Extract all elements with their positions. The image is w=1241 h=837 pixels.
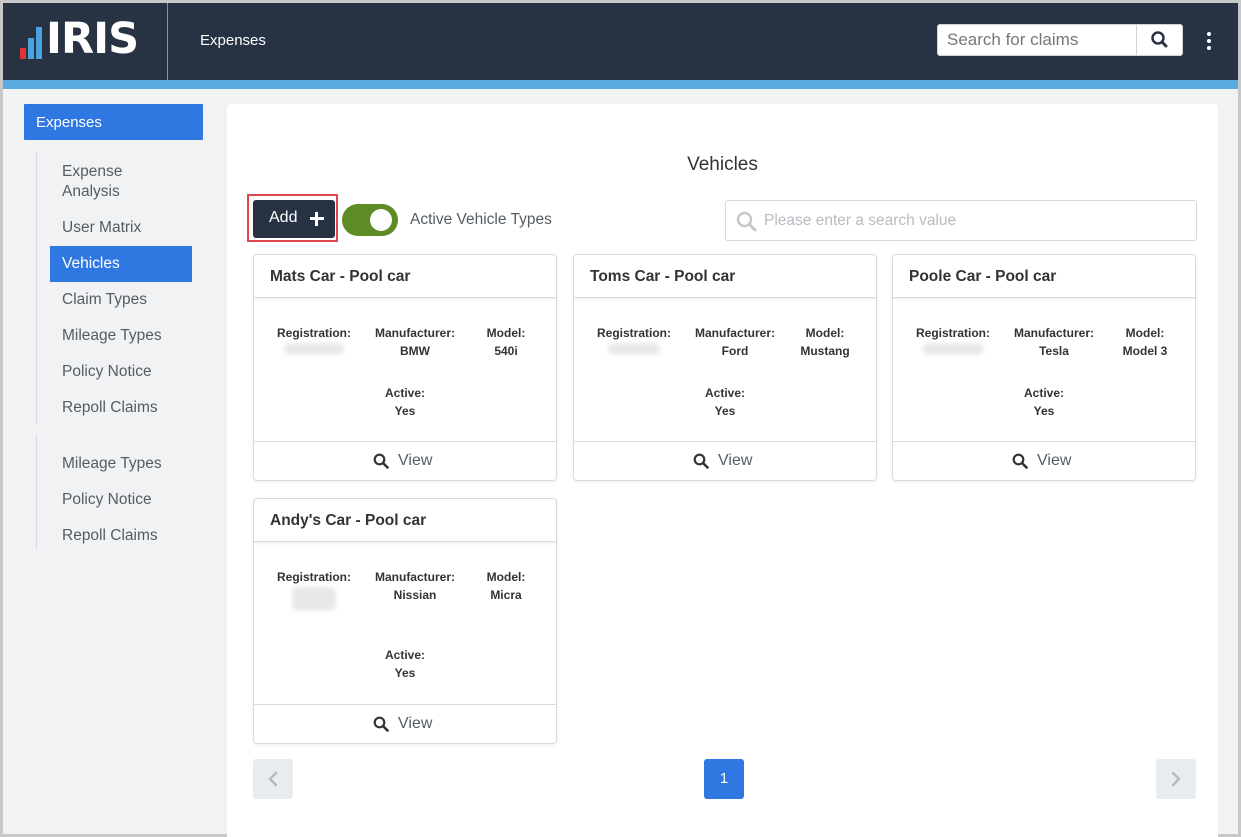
toggle-label: Active Vehicle Types (410, 211, 552, 228)
registration-field: Registration: (276, 568, 352, 611)
main-panel: Vehicles Add Active Vehicle Types Mats C… (227, 104, 1218, 837)
sidebar-expenses[interactable]: Expenses (24, 104, 203, 140)
view-label: View (398, 452, 433, 469)
sidebar-item-repoll-claims[interactable]: Repoll Claims (50, 398, 192, 418)
vehicle-card: Andy's Car - Pool car Registration: Manu… (253, 498, 557, 744)
vehicle-card-body: Registration: Manufacturer: BMW Model: 540… (254, 298, 556, 442)
manufacturer-field: Manufacturer: Ford (694, 326, 775, 358)
vehicle-card-title: Toms Car - Pool car (574, 255, 876, 298)
plus-icon (310, 212, 324, 226)
view-label: View (1037, 452, 1072, 469)
vehicle-search (725, 200, 1197, 241)
registration-field: Registration: (596, 324, 672, 355)
model-field: Model: Micra (486, 570, 526, 602)
manufacturer-field: Manufacturer: BMW (374, 326, 455, 358)
iris-logo[interactable]: IRIS (3, 3, 168, 80)
registration-redacted (284, 343, 344, 355)
add-vehicle-button[interactable]: Add (253, 200, 335, 238)
search-icon (373, 453, 389, 469)
claims-search (937, 24, 1183, 56)
claims-search-input[interactable] (938, 25, 1136, 55)
sidebar-item-claim-types[interactable]: Claim Types (50, 290, 192, 310)
vehicle-card-body: Registration: Manufacturer: Ford Model: Mu… (574, 298, 876, 442)
next-page-button[interactable] (1156, 759, 1196, 799)
model-field: Model: Model 3 (1122, 326, 1168, 358)
manufacturer-field: Manufacturer: Nissian (374, 570, 455, 602)
sidebar-item-vehicles[interactable]: Vehicles (50, 246, 192, 282)
vehicle-card: Toms Car - Pool car Registration: Manufa… (573, 254, 877, 481)
chevron-right-icon (1171, 771, 1181, 787)
vehicle-card-title: Mats Car - Pool car (254, 255, 556, 298)
search-icon (1151, 31, 1168, 48)
sidebar-item-expense-analysis[interactable]: Expense Analysis (50, 162, 192, 202)
active-field: Active: Yes (704, 386, 745, 418)
add-button-label: Add (269, 209, 298, 226)
vehicle-card: Poole Car - Pool car Registration: Manuf… (892, 254, 1196, 481)
sidebar-item-policy-notice[interactable]: Policy Notice (50, 362, 192, 382)
logo-bars-icon (20, 27, 42, 59)
view-button[interactable]: View (893, 442, 1195, 480)
vehicle-card-title: Andy's Car - Pool car (254, 499, 556, 542)
page-1-button[interactable]: 1 (704, 759, 744, 799)
app-title[interactable]: Expenses (200, 32, 266, 49)
sidebar-item-policy-notice-2[interactable]: Policy Notice (50, 490, 192, 510)
view-button[interactable]: View (254, 442, 556, 480)
active-field: Active: Yes (384, 386, 425, 418)
sidebar-item-mileage-types[interactable]: Mileage Types (50, 326, 192, 346)
search-icon (373, 716, 389, 732)
top-bar: IRIS Expenses (3, 3, 1238, 80)
registration-redacted (292, 587, 336, 611)
model-field: Model: Mustang (800, 326, 850, 358)
active-field: Active: Yes (384, 648, 425, 680)
sidebar-item-user-matrix[interactable]: User Matrix (50, 218, 192, 238)
model-field: Model: 540i (486, 326, 526, 358)
registration-redacted (923, 343, 983, 355)
vehicle-card-title: Poole Car - Pool car (893, 255, 1195, 298)
prev-page-button[interactable] (253, 759, 293, 799)
sidebar-group-2: Mileage Types Policy Notice Repoll Claim… (36, 434, 162, 550)
manufacturer-field: Manufacturer: Tesla (1013, 326, 1094, 358)
toggle-knob (370, 209, 392, 231)
chevron-left-icon (268, 771, 278, 787)
claims-search-button[interactable] (1136, 25, 1182, 55)
view-label: View (398, 715, 433, 732)
search-icon (736, 211, 757, 232)
search-icon (1012, 453, 1028, 469)
sidebar-item-mileage-types-2[interactable]: Mileage Types (50, 454, 192, 474)
active-vehicle-types-toggle[interactable] (342, 204, 398, 236)
vehicle-card: Mats Car - Pool car Registration: Manufa… (253, 254, 557, 481)
vehicle-card-body: Registration: Manufacturer: Nissian Model… (254, 542, 556, 705)
active-field: Active: Yes (1023, 386, 1064, 418)
logo-text: IRIS (46, 14, 139, 64)
sidebar-item-repoll-claims-2[interactable]: Repoll Claims (50, 526, 192, 546)
more-options-icon[interactable] (1203, 32, 1215, 50)
sidebar-group-1: Expense Analysis User Matrix Vehicles Cl… (36, 152, 192, 424)
view-button[interactable]: View (254, 705, 556, 743)
accent-bar (3, 80, 1238, 89)
vehicle-card-body: Registration: Manufacturer: Tesla Model: M… (893, 298, 1195, 442)
view-label: View (718, 452, 753, 469)
registration-redacted (608, 343, 660, 355)
registration-field: Registration: (276, 324, 352, 355)
page-title: Vehicles (687, 154, 758, 175)
registration-field: Registration: (915, 324, 991, 355)
search-icon (693, 453, 709, 469)
vehicle-search-input[interactable] (764, 201, 1184, 240)
view-button[interactable]: View (574, 442, 876, 480)
